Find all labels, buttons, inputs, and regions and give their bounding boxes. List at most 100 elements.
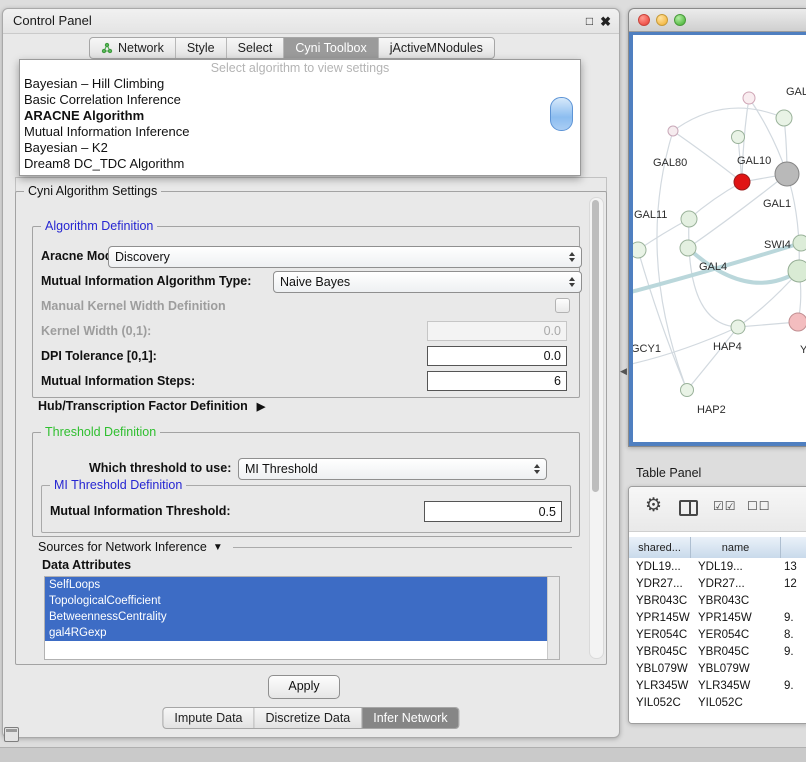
threshold-definition-title: Threshold Definition — [41, 425, 160, 439]
aracne-mode-combo[interactable]: Discovery — [108, 246, 582, 268]
popup-option[interactable]: Bayesian – K2 — [20, 140, 580, 156]
kernel-width-input — [427, 321, 567, 341]
apply-button[interactable]: Apply — [268, 675, 340, 699]
cyni-bottom-tabbar: Impute Data Discretize Data Infer Networ… — [162, 707, 459, 729]
network-node[interactable] — [788, 260, 806, 282]
node-label: GAL11 — [634, 209, 667, 221]
group-border-line — [233, 547, 572, 548]
float-window-icon[interactable]: □ — [586, 15, 593, 27]
attribute-item[interactable]: SelfLoops — [45, 577, 548, 593]
mi-type-label: Mutual Information Algorithm Type: — [41, 274, 251, 288]
node-label: GAL80 — [653, 157, 687, 169]
which-threshold-combo[interactable]: MI Threshold — [238, 458, 547, 480]
mi-threshold-input[interactable] — [424, 501, 562, 522]
table-row[interactable]: YBR043C YBR043C — [629, 592, 806, 609]
algorithm-select-popup: Select algorithm to view settings Bayesi… — [19, 59, 581, 176]
node-label: GAL10 — [737, 155, 771, 167]
table-row[interactable]: YER054C YER054C 8. — [629, 626, 806, 643]
node-label: GAL1 — [763, 198, 791, 210]
panel-collapse-arrow-icon[interactable]: ◀ — [620, 366, 627, 377]
network-node[interactable] — [732, 131, 745, 144]
network-canvas[interactable]: GAL80 GAL11 GAL10 GAL1 SWI4 GAL4 GCY1 HA… — [633, 35, 806, 442]
popup-option[interactable]: Basic Correlation Inference — [20, 92, 580, 108]
column-header-shared-name[interactable]: shared... — [629, 537, 691, 558]
node-label: GCY1 — [633, 343, 661, 355]
table-panel-title: Table Panel — [636, 466, 701, 480]
sources-section-toggle[interactable]: Sources for Network Inference ▼ — [38, 540, 572, 554]
tab-jactivemnodules[interactable]: jActiveMNodules — [378, 38, 494, 58]
table-row[interactable]: YLR345W YLR345W 9. — [629, 677, 806, 694]
network-node[interactable] — [743, 92, 755, 104]
network-node-gal10[interactable] — [734, 174, 750, 190]
network-node[interactable] — [668, 126, 678, 136]
docked-panel-icon[interactable] — [4, 727, 19, 742]
hub-definition-label: Hub/Transcription Factor Definition — [38, 399, 248, 413]
settings-scrollbar-thumb[interactable] — [592, 200, 599, 492]
table-header: shared... name — [629, 537, 806, 559]
popup-option-selected[interactable]: ARACNE Algorithm — [20, 108, 580, 124]
sources-section-label: Sources for Network Inference — [38, 540, 207, 554]
network-node-gal4[interactable] — [680, 240, 696, 256]
table-row[interactable]: YBL079W YBL079W — [629, 660, 806, 677]
tab-infer-network[interactable]: Infer Network — [361, 708, 458, 728]
table-row[interactable]: YDL19... YDL19... 13 — [629, 558, 806, 575]
network-node[interactable] — [789, 313, 806, 331]
popup-option[interactable]: Bayesian – Hill Climbing — [20, 76, 580, 92]
table-toolbar: ⚙ ☑☑ ☐☐ — [629, 487, 806, 532]
popup-placeholder-item[interactable]: Select algorithm to view settings — [20, 61, 580, 76]
list-scrollbar[interactable] — [547, 577, 559, 659]
tab-discretize-data[interactable]: Discretize Data — [254, 708, 362, 728]
deselect-columns-icon[interactable]: ☐☐ — [747, 499, 771, 513]
mi-steps-input[interactable] — [427, 371, 567, 391]
tab-cyni-toolbox[interactable]: Cyni Toolbox — [283, 38, 377, 58]
network-node-swi4[interactable] — [793, 235, 806, 251]
control-panel-tabbar: Network Style Select Cyni Toolbox jActiv… — [89, 37, 495, 59]
popup-option[interactable]: Dream8 DC_TDC Algorithm — [20, 156, 580, 172]
minimize-traffic-light-icon[interactable] — [656, 14, 668, 26]
select-all-columns-icon[interactable]: ☑☑ — [713, 499, 737, 513]
table-row[interactable]: YIL052C YIL052C — [629, 694, 806, 711]
zoom-traffic-light-icon[interactable] — [674, 14, 686, 26]
network-node-hap4[interactable] — [731, 320, 745, 334]
column-header-name[interactable]: name — [691, 537, 781, 558]
table-panel-window: ⚙ ☑☑ ☐☐ shared... name YDL19... YDL19...… — [628, 486, 806, 724]
column-header-partial[interactable] — [781, 537, 806, 558]
network-node-gal11[interactable] — [681, 211, 697, 227]
network-node[interactable] — [633, 242, 646, 258]
node-label: HAP4 — [713, 341, 742, 353]
algorithm-definition-group: Algorithm Definition Aracne Mode: Discov… — [32, 226, 580, 398]
tab-style[interactable]: Style — [175, 38, 226, 58]
network-node-hap2[interactable] — [681, 384, 694, 397]
tab-impute-data[interactable]: Impute Data — [163, 708, 253, 728]
table-row[interactable]: YBR045C YBR045C 9. — [629, 643, 806, 660]
mi-threshold-group: MI Threshold Definition Mutual Informati… — [41, 485, 571, 533]
close-icon[interactable]: ✖ — [600, 15, 611, 28]
mi-type-combo[interactable]: Naive Bayes — [273, 271, 582, 293]
network-graph: GAL80 GAL11 GAL10 GAL1 SWI4 GAL4 GCY1 HA… — [633, 35, 806, 442]
attribute-item[interactable]: BetweennessCentrality — [45, 609, 548, 625]
network-window-titlebar[interactable] — [629, 9, 806, 32]
hub-definition-toggle[interactable]: Hub/Transcription Factor Definition ▶ — [38, 399, 265, 413]
tab-network[interactable]: Network — [90, 38, 175, 58]
attribute-item[interactable]: gal4RGexp — [45, 625, 548, 641]
combo-arrows-icon — [563, 277, 575, 287]
popup-scrollbar-thumb[interactable] — [550, 97, 573, 131]
dpi-tolerance-input[interactable] — [427, 346, 567, 366]
close-traffic-light-icon[interactable] — [638, 14, 650, 26]
attribute-item[interactable]: TopologicalCoefficient — [45, 593, 548, 609]
table-row[interactable]: YDR27... YDR27... 12 — [629, 575, 806, 592]
manual-kernel-checkbox — [555, 298, 570, 313]
node-label: Y — [800, 344, 806, 356]
popup-option[interactable]: Mutual Information Inference — [20, 124, 580, 140]
network-node-gal1[interactable] — [775, 162, 799, 186]
data-attributes-label: Data Attributes — [42, 558, 131, 572]
tab-select[interactable]: Select — [226, 38, 284, 58]
table-row[interactable]: YPR145W YPR145W 9. — [629, 609, 806, 626]
settings-scrollbar[interactable] — [589, 197, 604, 659]
gear-icon[interactable]: ⚙ — [645, 496, 662, 515]
node-label: HAP2 — [697, 404, 726, 416]
threshold-definition-group: Threshold Definition Which threshold to … — [32, 432, 580, 537]
chevron-down-icon: ▼ — [213, 542, 223, 553]
network-node[interactable] — [776, 110, 792, 126]
columns-icon[interactable] — [679, 500, 698, 516]
